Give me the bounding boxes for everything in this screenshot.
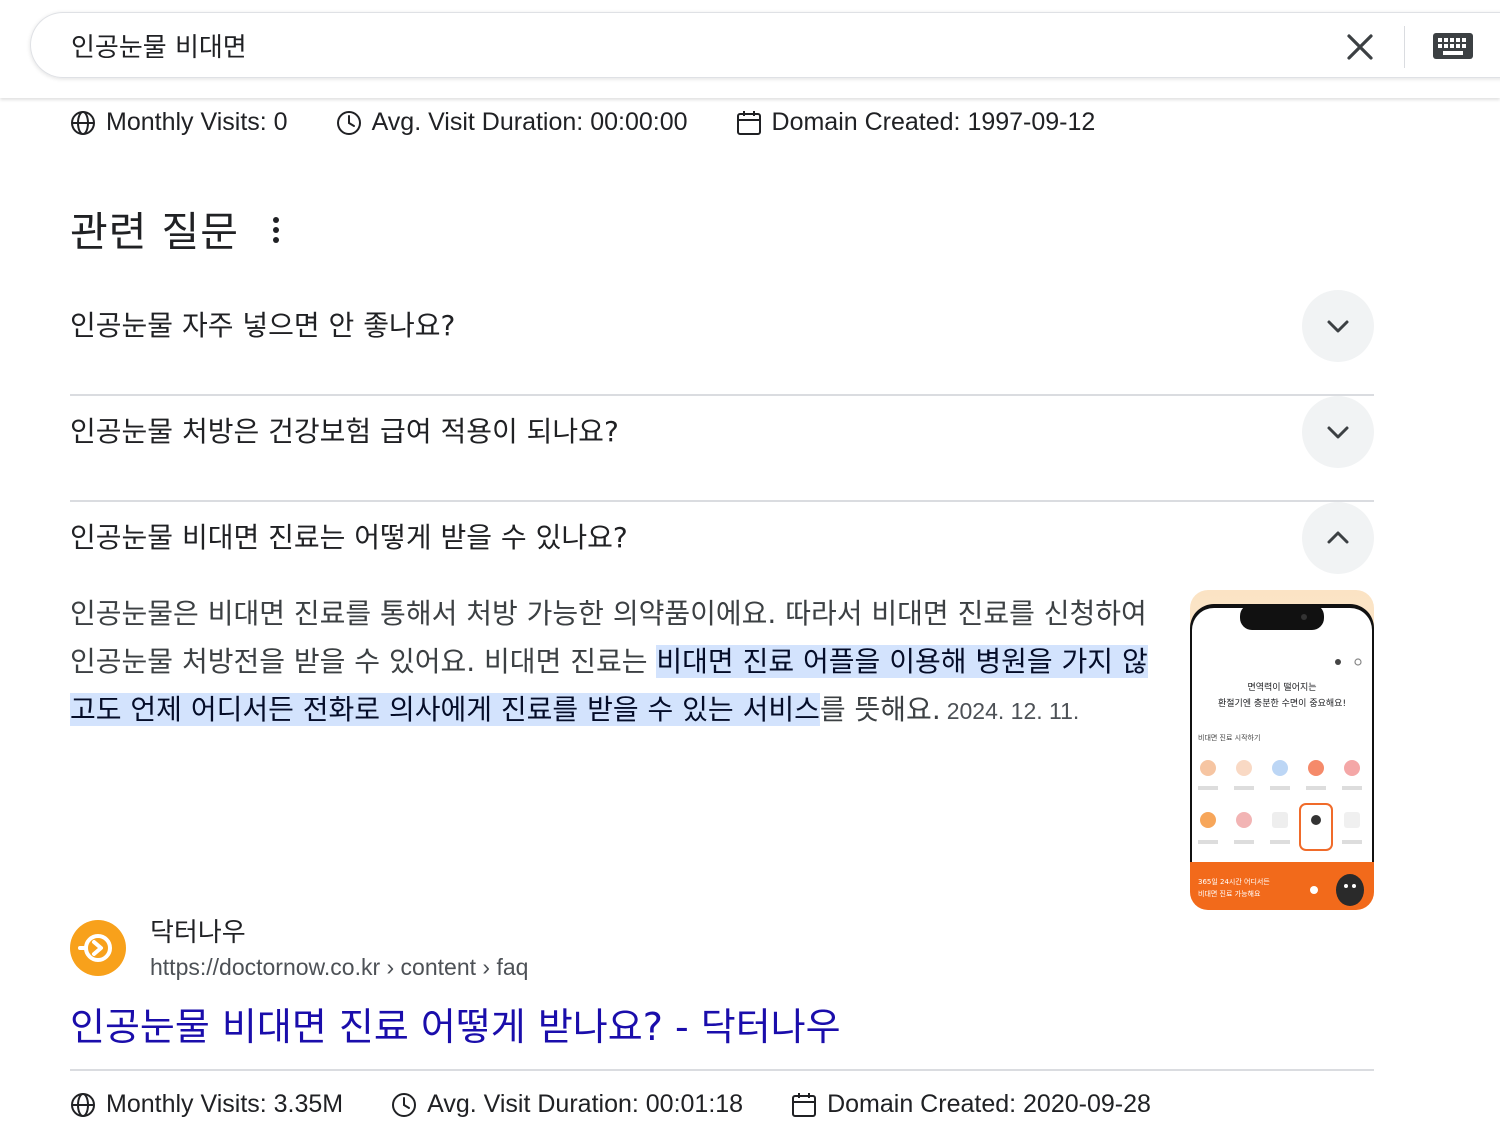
site-stats-top: Monthly Visits: 0 Avg. Visit Duration: 0… [70, 108, 1143, 137]
source-url[interactable]: https://doctornow.co.kr › content › faq [150, 954, 528, 981]
related-questions-title: 관련 질문 [70, 208, 239, 256]
thumb-headline-2: 환절기엔 충분한 수면이 중요해요! [1218, 697, 1346, 709]
chevron-down-icon [1327, 320, 1349, 333]
search-divider [1404, 26, 1405, 68]
source-name[interactable]: 닥터나우 [150, 912, 246, 949]
chevron-up-icon [1327, 531, 1349, 544]
question-text: 인공눈물 비대면 진료는 어떻게 받을 수 있나요? [70, 521, 628, 554]
question-text: 인공눈물 처방은 건강보험 급여 적용이 되나요? [70, 415, 619, 448]
search-box[interactable] [30, 12, 1500, 78]
thumb-banner-2: 비대면 진료 가능해요 [1198, 889, 1261, 898]
answer-text-part2: 를 뜻해요. [819, 693, 941, 726]
expand-button[interactable] [1302, 396, 1374, 468]
thumb-section: 비대면 진료 시작하기 [1198, 733, 1260, 742]
result-divider [70, 1069, 1374, 1071]
monthly-visits-text: Monthly Visits: 0 [106, 108, 288, 136]
close-icon [1347, 34, 1373, 60]
clock-icon [392, 1092, 417, 1117]
domain-created-text: Domain Created: 1997-09-12 [771, 108, 1096, 136]
answer-date: 2024. 12. 11. [946, 698, 1080, 724]
collapse-button[interactable] [1302, 502, 1374, 574]
answer-thumbnail[interactable]: 면역력이 떨어지는 환절기엔 충분한 수면이 중요해요! 비대면 진료 시작하기… [1190, 590, 1374, 910]
site-stats-bottom: Monthly Visits: 3.35M Avg. Visit Duratio… [70, 1090, 1199, 1119]
globe-icon [71, 110, 95, 135]
doctornow-logo-icon [78, 934, 112, 962]
chevron-down-icon [1327, 426, 1349, 439]
clear-search-button[interactable] [1340, 30, 1380, 64]
visit-duration-text: Avg. Visit Duration: 00:01:18 [427, 1090, 744, 1118]
question-item-3[interactable]: 인공눈물 비대면 진료는 어떻게 받을 수 있나요? [70, 502, 1374, 582]
search-header [0, 0, 1500, 98]
monthly-visits-stat: Monthly Visits: 0 [70, 108, 288, 137]
calendar-icon [736, 110, 761, 135]
source-favicon[interactable] [70, 920, 126, 976]
calendar-icon [792, 1092, 817, 1117]
globe-icon [71, 1092, 95, 1117]
domain-created-stat: Domain Created: 2020-09-28 [791, 1090, 1151, 1119]
domain-created-text: Domain Created: 2020-09-28 [827, 1090, 1151, 1118]
question-item-1[interactable]: 인공눈물 자주 넣으면 안 좋나요? [70, 290, 1374, 396]
clock-icon [336, 110, 361, 135]
monthly-visits-text: Monthly Visits: 3.35M [106, 1090, 344, 1118]
search-input[interactable] [71, 27, 1271, 63]
visit-duration-text: Avg. Visit Duration: 00:00:00 [371, 108, 688, 136]
question-text: 인공눈물 자주 넣으면 안 좋나요? [70, 309, 456, 342]
visit-duration-stat: Avg. Visit Duration: 00:01:18 [391, 1090, 743, 1119]
more-vert-icon [273, 217, 279, 243]
thumb-headline-1: 면역력이 떨어지는 [1247, 681, 1316, 693]
keyboard-button[interactable] [1432, 30, 1476, 62]
app-screenshot-image: 면역력이 떨어지는 환절기엔 충분한 수면이 중요해요! 비대면 진료 시작하기… [1190, 590, 1374, 910]
expand-button[interactable] [1302, 290, 1374, 362]
answer-snippet: 인공눈물은 비대면 진료를 통해서 처방 가능한 의약품이에요. 따라서 비대면… [70, 590, 1160, 735]
thumb-banner-1: 365일 24시간 어디서든 [1198, 877, 1270, 886]
keyboard-icon [1433, 33, 1473, 59]
monthly-visits-stat: Monthly Visits: 3.35M [70, 1090, 343, 1119]
visit-duration-stat: Avg. Visit Duration: 00:00:00 [336, 108, 688, 137]
question-item-2[interactable]: 인공눈물 처방은 건강보험 급여 적용이 되나요? [70, 396, 1374, 502]
domain-created-stat: Domain Created: 1997-09-12 [736, 108, 1096, 137]
result-title-link[interactable]: 인공눈물 비대면 진료 어떻게 받나요? - 닥터나우 [70, 996, 841, 1051]
more-options-button[interactable] [262, 212, 290, 248]
